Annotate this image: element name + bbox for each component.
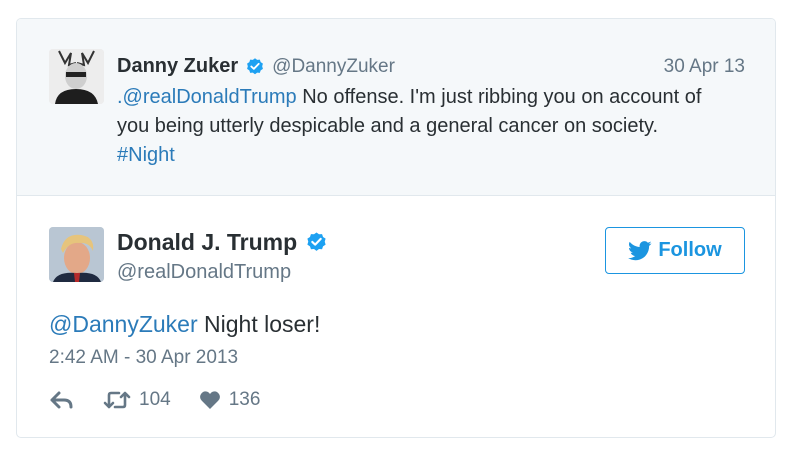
tweet-author-avatar[interactable] xyxy=(49,227,104,282)
quoted-mention-link[interactable]: .@realDonaldTrump xyxy=(117,86,297,108)
quoted-tweet[interactable]: Danny Zuker @DannyZuker 30 Apr 13 .@real… xyxy=(17,19,775,196)
follow-button-label: Follow xyxy=(658,239,722,261)
tweet-actions: 104 136 xyxy=(49,389,260,411)
reply-button[interactable] xyxy=(49,390,75,410)
heart-icon xyxy=(199,391,220,409)
tweet-author-avatar-image xyxy=(49,227,104,282)
quoted-author-handle[interactable]: @DannyZuker xyxy=(272,56,395,78)
retweet-icon xyxy=(103,391,131,409)
quoted-header: Danny Zuker @DannyZuker xyxy=(117,55,395,78)
tweet-author-handle[interactable]: @realDonaldTrump xyxy=(117,261,291,284)
tweet-mention-link[interactable]: @DannyZuker xyxy=(49,311,198,337)
verified-badge-icon xyxy=(307,232,326,251)
quoted-hashtag-link[interactable]: #Night xyxy=(117,144,175,166)
quoted-text-line2: you being utterly despicable and a gener… xyxy=(117,115,659,137)
tweet-text: @DannyZuker Night loser! xyxy=(49,311,320,338)
quoted-avatar-image xyxy=(49,49,104,104)
retweet-button[interactable]: 104 xyxy=(103,389,171,411)
twitter-bird-icon xyxy=(628,240,652,260)
quoted-tweet-text: .@realDonaldTrump No offense. I'm just r… xyxy=(117,83,737,170)
like-count: 136 xyxy=(228,389,261,410)
follow-button[interactable]: Follow xyxy=(605,227,745,274)
quoted-avatar[interactable] xyxy=(49,49,104,104)
verified-badge-icon xyxy=(247,57,264,74)
reply-icon xyxy=(50,391,73,409)
tweet-text-body: Night loser! xyxy=(197,311,321,337)
tweet-author-name[interactable]: Donald J. Trump xyxy=(117,229,297,256)
embedded-tweet-card: Danny Zuker @DannyZuker 30 Apr 13 .@real… xyxy=(16,18,776,438)
quoted-author-name[interactable]: Danny Zuker xyxy=(117,55,238,78)
like-button[interactable]: 136 xyxy=(199,389,261,411)
retweet-count: 104 xyxy=(139,389,171,410)
tweet-timestamp[interactable]: 2:42 AM - 30 Apr 2013 xyxy=(49,347,238,369)
tweet-author-name-row: Donald J. Trump xyxy=(117,229,328,256)
quoted-date[interactable]: 30 Apr 13 xyxy=(664,56,745,78)
quoted-text-line1: No offense. I'm just ribbing you on acco… xyxy=(296,86,702,108)
